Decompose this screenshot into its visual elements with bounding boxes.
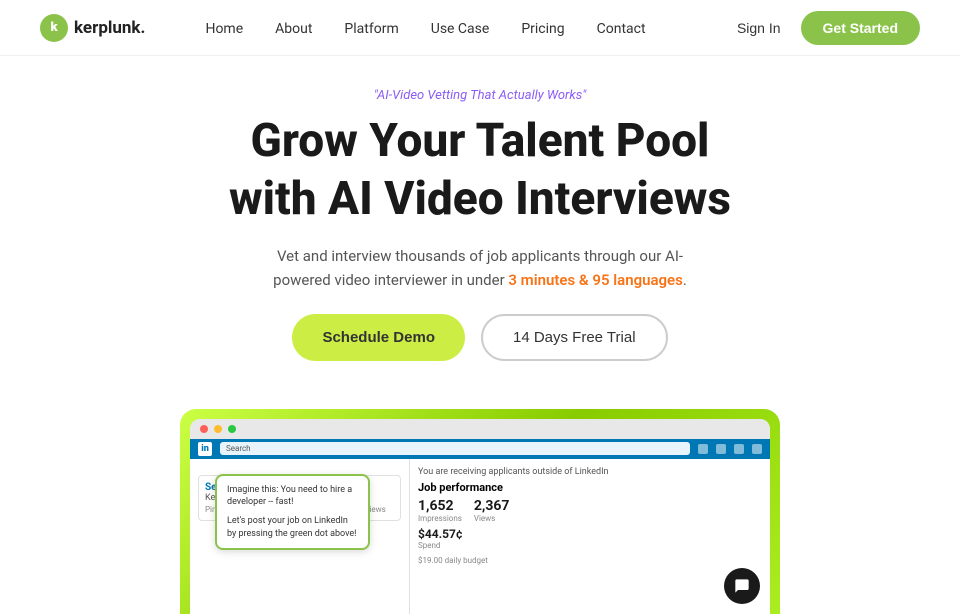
linkedin-nav-icons	[698, 444, 762, 454]
linkedin-nav-icon-2	[716, 444, 726, 454]
logo[interactable]: k kerplunk.	[40, 14, 145, 42]
nav-platform[interactable]: Platform	[344, 21, 398, 37]
hero-subtext-bold: 3 minutes & 95 languages	[508, 271, 682, 289]
browser-bar	[190, 419, 770, 439]
tooltip-line2: Let's post your job on LinkedIn by press…	[227, 515, 358, 540]
nav-contact[interactable]: Contact	[597, 21, 646, 37]
tooltip-bubble: Imagine this: You need to hire a develop…	[215, 474, 370, 550]
perf-title: Job performance	[418, 481, 762, 494]
hero-subtext: Vet and interview thousands of job appli…	[260, 244, 700, 292]
tooltip-line1: Imagine this: You need to hire a develop…	[227, 484, 358, 509]
stat-spend-label: Spend	[418, 541, 762, 550]
nav-right: Sign In Get Started	[737, 11, 920, 45]
logo-name: kerplunk.	[74, 18, 145, 38]
nav-home[interactable]: Home	[205, 21, 243, 37]
job-performance: You are receiving applicants outside of …	[418, 467, 762, 565]
perf-label: You are receiving applicants outside of …	[418, 467, 762, 477]
hero-ai-highlight: AI Video Interviews	[328, 172, 731, 226]
perf-stats: 1,652 Impressions 2,367 Views	[418, 498, 762, 523]
nav-links: Home About Platform Use Case Pricing Con…	[205, 18, 736, 37]
hero-badge: "AI-Video Vetting That Actually Works"	[40, 88, 920, 103]
browser-expand-dot	[228, 425, 236, 433]
linkedin-left-panel: Senior Front End Developer Kerplunk · Un…	[190, 459, 410, 614]
budget-label: $19.00 daily budget	[418, 556, 762, 565]
stat-spend: $44.57¢	[418, 527, 762, 541]
app-screenshot: in Search Senior Front End Developer	[180, 409, 780, 614]
hero-headline-line1: Grow Your Talent Pool	[40, 115, 920, 168]
screenshot-section: in Search Senior Front End Developer	[0, 409, 960, 614]
linkedin-nav-icon-3	[734, 444, 744, 454]
stat-views: 2,367 Views	[474, 498, 510, 523]
get-started-button[interactable]: Get Started	[801, 11, 920, 45]
linkedin-header: in Search	[190, 439, 770, 459]
nav-use-case[interactable]: Use Case	[431, 21, 490, 37]
logo-icon: k	[40, 14, 68, 42]
browser-window: in Search Senior Front End Developer	[190, 419, 770, 614]
hero-headline-line2: with AI Video Interviews	[40, 172, 920, 226]
chat-icon	[734, 578, 750, 594]
linkedin-body: Senior Front End Developer Kerplunk · Un…	[190, 459, 770, 614]
navbar: k kerplunk. Home About Platform Use Case…	[0, 0, 960, 56]
stat-impressions: 1,652 Impressions	[418, 498, 462, 523]
linkedin-logo: in	[198, 442, 212, 456]
hero-section: "AI-Video Vetting That Actually Works" G…	[0, 56, 960, 409]
linkedin-nav-icon	[698, 444, 708, 454]
schedule-demo-button[interactable]: Schedule Demo	[292, 314, 465, 361]
hero-buttons: Schedule Demo 14 Days Free Trial	[40, 314, 920, 361]
browser-close-dot	[200, 425, 208, 433]
linkedin-search[interactable]: Search	[220, 442, 690, 455]
linkedin-nav-icon-4	[752, 444, 762, 454]
browser-minimize-dot	[214, 425, 222, 433]
free-trial-button[interactable]: 14 Days Free Trial	[481, 314, 668, 361]
nav-about[interactable]: About	[275, 21, 312, 37]
linkedin-right-panel: You are receiving applicants outside of …	[410, 459, 770, 614]
chat-widget-button[interactable]	[724, 568, 760, 604]
nav-pricing[interactable]: Pricing	[521, 21, 564, 37]
sign-in-button[interactable]: Sign In	[737, 20, 781, 36]
browser-content: in Search Senior Front End Developer	[190, 439, 770, 614]
